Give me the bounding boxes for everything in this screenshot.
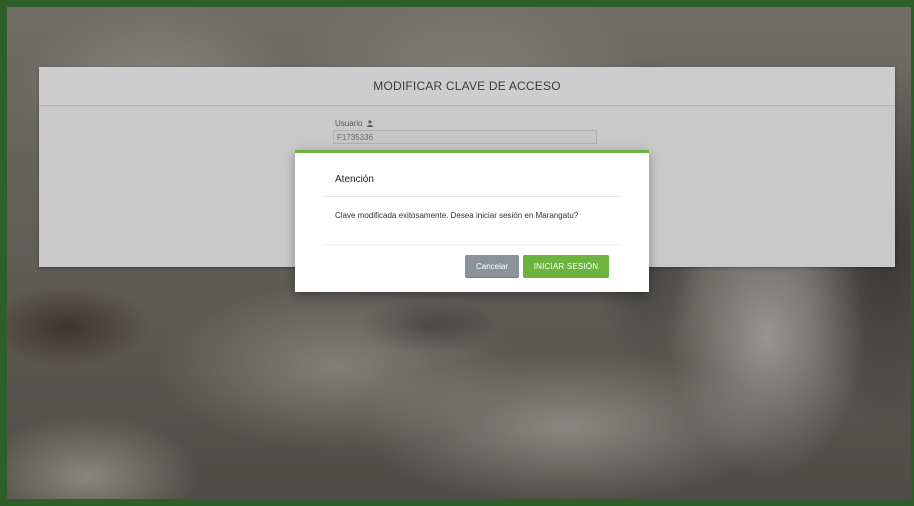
app-window: MODIFICAR CLAVE DE ACCESO Usuario F17353…: [0, 0, 914, 506]
login-button[interactable]: INICIAR SESIÓN: [523, 255, 609, 278]
dialog-divider: [323, 244, 621, 245]
dialog-message: Clave modificada exitosamente. Desea ini…: [335, 211, 579, 220]
confirmation-dialog: Atención Clave modificada exitosamente. …: [295, 150, 649, 292]
dialog-title: Atención: [335, 174, 374, 185]
user-field-label: Usuario: [335, 119, 373, 128]
user-input[interactable]: F1735336: [333, 130, 597, 144]
user-field-label-text: Usuario: [335, 119, 363, 128]
page-title: MODIFICAR CLAVE DE ACCESO: [39, 67, 895, 106]
cancel-button[interactable]: Cancelar: [465, 255, 519, 278]
dialog-header: Atención: [323, 153, 621, 197]
user-icon: [366, 120, 373, 127]
